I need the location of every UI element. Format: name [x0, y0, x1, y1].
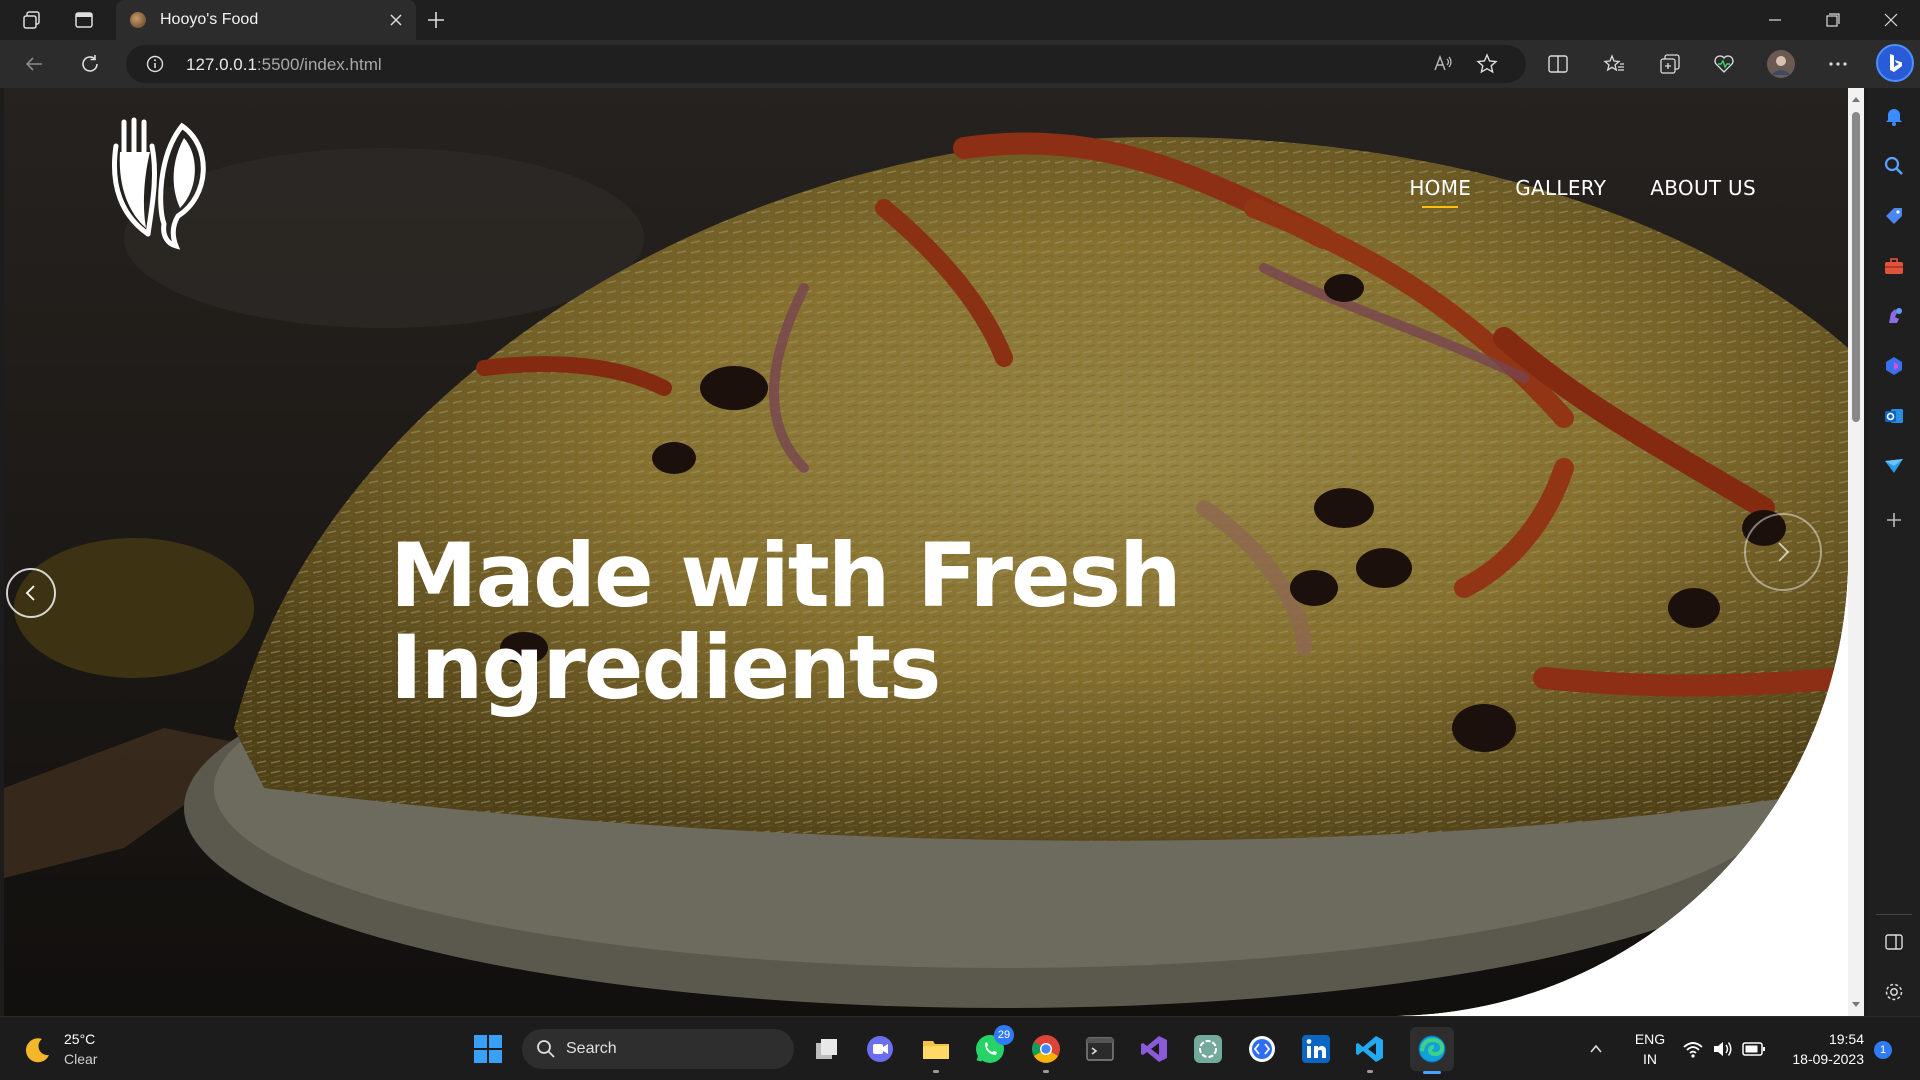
battery-icon[interactable]	[1742, 1041, 1766, 1062]
bing-copilot-icon[interactable]	[1876, 44, 1914, 82]
visual-studio-icon[interactable]	[1136, 1031, 1172, 1067]
more-options-icon[interactable]	[1826, 52, 1850, 76]
clock-time[interactable]: 19:54	[1780, 1031, 1864, 1047]
hero-section: HOME GALLERY ABOUT US Made with Fresh In…	[4, 88, 1848, 1016]
microsoft-365-icon[interactable]	[1880, 352, 1908, 380]
read-aloud-icon[interactable]	[1432, 53, 1454, 75]
chevron-right-icon	[1778, 542, 1790, 562]
vscode-icon[interactable]	[1352, 1031, 1388, 1073]
refresh-icon[interactable]	[78, 52, 102, 76]
workspaces-icon[interactable]	[20, 8, 44, 32]
tools-briefcase-icon[interactable]	[1880, 252, 1908, 280]
teams-chat-icon[interactable]	[862, 1031, 898, 1067]
running-indicator	[1423, 1071, 1441, 1074]
clock-date[interactable]: 18-09-2023	[1770, 1051, 1864, 1067]
site-info-icon[interactable]	[146, 55, 164, 73]
chatgpt-icon[interactable]	[1190, 1031, 1226, 1067]
windows-taskbar: 25°C Clear Search 29 ENG IN 19:54 18-09-…	[0, 1016, 1920, 1080]
active-tab[interactable]: Hooyo's Food	[116, 0, 416, 40]
language-region[interactable]: IN	[1630, 1051, 1670, 1067]
url-path: :5500/index.html	[256, 55, 382, 74]
file-explorer-icon[interactable]	[918, 1031, 954, 1073]
whatsapp-unread-badge: 29	[994, 1025, 1014, 1045]
favorite-star-icon[interactable]	[1476, 53, 1498, 75]
chrome-icon[interactable]	[1028, 1031, 1064, 1073]
scroll-up-icon[interactable]	[1848, 92, 1864, 108]
shopping-tag-icon[interactable]	[1880, 202, 1908, 230]
url-host: 127.0.0.1	[186, 55, 257, 74]
dev-tool-icon[interactable]	[1244, 1031, 1280, 1067]
collections-icon[interactable]	[1658, 52, 1682, 76]
sidebar-settings-icon[interactable]	[1880, 978, 1908, 1006]
page-scrollbar[interactable]	[1848, 88, 1864, 1016]
slider-next-button[interactable]	[1744, 513, 1822, 591]
browser-essentials-icon[interactable]	[1712, 52, 1736, 76]
site-logo[interactable]	[92, 116, 222, 250]
games-icon[interactable]	[1880, 302, 1908, 330]
search-sidebar-icon[interactable]	[1880, 152, 1908, 180]
language-indicator[interactable]: ENG	[1630, 1031, 1670, 1047]
close-tab-icon[interactable]	[386, 10, 406, 30]
page-viewport: HOME GALLERY ABOUT US Made with Fresh In…	[4, 88, 1848, 1016]
wifi-icon[interactable]	[1682, 1039, 1704, 1064]
browser-toolbar: 127.0.0.1:5500/index.html	[0, 40, 1920, 88]
sidebar-divider	[1876, 914, 1912, 915]
main-navigation: HOME GALLERY ABOUT US	[1409, 176, 1756, 208]
nav-gallery[interactable]: GALLERY	[1515, 176, 1606, 200]
windows-start-icon[interactable]	[470, 1031, 506, 1067]
profile-avatar[interactable]	[1766, 49, 1796, 79]
running-indicator	[1367, 1070, 1373, 1073]
favorites-icon[interactable]	[1602, 52, 1626, 76]
tray-overflow-icon[interactable]	[1588, 1041, 1604, 1062]
vertical-tabs-icon[interactable]	[72, 8, 96, 32]
linkedin-icon[interactable]	[1298, 1031, 1334, 1067]
whatsapp-icon[interactable]: 29	[972, 1025, 1014, 1067]
scrollbar-thumb[interactable]	[1852, 112, 1860, 422]
hide-sidebar-icon[interactable]	[1880, 928, 1908, 956]
tab-title: Hooyo's Food	[160, 11, 259, 28]
notifications-icon[interactable]	[1880, 102, 1908, 130]
close-window-icon[interactable]	[1868, 4, 1914, 36]
running-indicator	[1043, 1070, 1049, 1073]
terminal-icon[interactable]	[1082, 1031, 1118, 1067]
headline-line-1: Made with Fresh	[390, 524, 1182, 627]
new-tab-icon[interactable]	[424, 8, 448, 32]
weather-condition[interactable]: Clear	[64, 1051, 97, 1067]
taskbar-search-box[interactable]: Search	[522, 1029, 794, 1069]
drop-send-icon[interactable]	[1880, 452, 1908, 480]
task-view-icon[interactable]	[808, 1031, 844, 1067]
notification-center-badge[interactable]: 1	[1874, 1041, 1892, 1059]
nav-home[interactable]: HOME	[1409, 176, 1471, 208]
back-icon[interactable]	[22, 52, 46, 76]
weather-temperature[interactable]: 25°C	[64, 1031, 95, 1047]
chevron-left-icon	[25, 585, 35, 601]
split-screen-icon[interactable]	[1546, 52, 1570, 76]
search-label: Search	[566, 1040, 617, 1057]
outlook-icon[interactable]	[1880, 402, 1908, 430]
favicon-icon	[130, 12, 146, 28]
hero-headline: Made with Fresh Ingredients	[390, 530, 1290, 714]
weather-moon-icon[interactable]	[22, 1035, 52, 1070]
slider-prev-button[interactable]	[6, 568, 56, 618]
nav-about-us[interactable]: ABOUT US	[1650, 176, 1756, 200]
edge-icon[interactable]	[1410, 1027, 1454, 1074]
restore-icon[interactable]	[1810, 4, 1856, 36]
add-sidebar-app-icon[interactable]	[1880, 506, 1908, 534]
url-text[interactable]: 127.0.0.1:5500/index.html	[186, 55, 382, 75]
running-indicator	[933, 1070, 939, 1073]
volume-icon[interactable]	[1712, 1039, 1734, 1064]
search-icon	[537, 1040, 555, 1058]
scroll-down-icon[interactable]	[1848, 996, 1864, 1012]
address-bar[interactable]: 127.0.0.1:5500/index.html	[126, 45, 1526, 83]
minimize-icon[interactable]	[1752, 4, 1798, 36]
headline-line-2: Ingredients	[390, 616, 941, 719]
browser-tab-bar: Hooyo's Food	[0, 0, 1920, 40]
